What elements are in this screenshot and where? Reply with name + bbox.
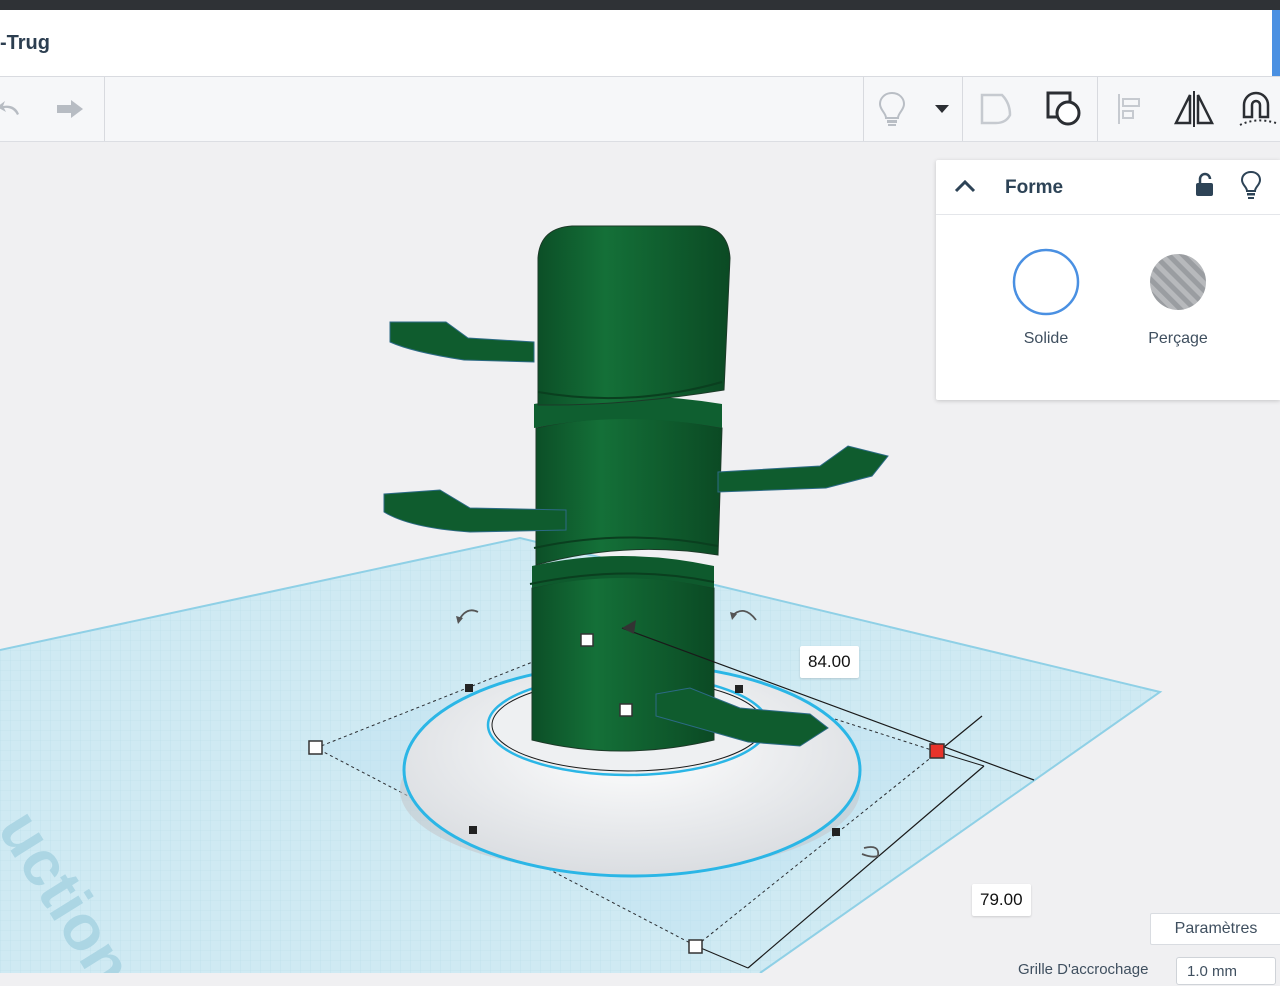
caret-down-icon[interactable] [920, 87, 964, 131]
settings-button[interactable]: Paramètres [1150, 913, 1280, 945]
depth-dimension-label[interactable]: 79.00 [972, 884, 1031, 916]
snap-grid-select[interactable]: 1.0 mm [1176, 957, 1276, 985]
group-icon[interactable] [974, 87, 1018, 131]
mirror-icon[interactable] [1172, 87, 1216, 131]
unlock-icon[interactable] [1194, 172, 1216, 198]
solid-label: Solide [1023, 330, 1069, 347]
solid-swatch[interactable] [1012, 248, 1080, 316]
header-accent [1272, 10, 1280, 76]
edit-toolbar [0, 77, 1280, 142]
chevron-up-icon[interactable] [954, 179, 976, 193]
align-icon[interactable] [1108, 87, 1152, 131]
title-bar: -Trug [0, 10, 1280, 77]
design-title[interactable]: -Trug [0, 32, 50, 55]
shape-panel: Forme Solide Perçage [936, 160, 1280, 400]
ungroup-icon[interactable] [1042, 87, 1086, 131]
shape-body[interactable] [529, 225, 731, 752]
magnet-icon[interactable] [1236, 87, 1280, 131]
hole-label: Perçage [1148, 330, 1208, 347]
shape-panel-header: Forme [936, 160, 1280, 215]
lightbulb-icon[interactable] [870, 87, 914, 131]
hint-lightbulb-icon[interactable] [1240, 170, 1262, 200]
undo-icon[interactable] [0, 87, 32, 131]
redo-icon[interactable] [48, 87, 92, 131]
snap-grid-label: Grille D'accrochage [1018, 961, 1149, 978]
hole-swatch[interactable] [1144, 248, 1212, 316]
shape-panel-title: Forme [1005, 177, 1064, 198]
window-top-strip [0, 0, 1280, 10]
width-dimension-label[interactable]: 84.00 [800, 646, 859, 678]
